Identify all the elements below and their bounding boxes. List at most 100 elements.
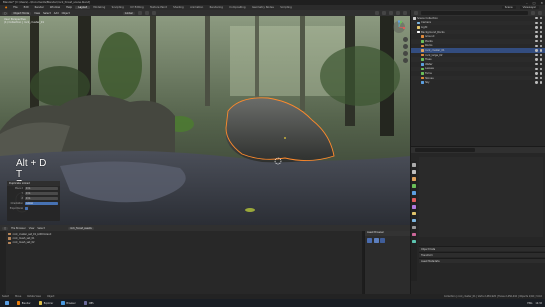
workspace-tab-sculpting[interactable]: Sculpting: [108, 6, 127, 9]
menu-window[interactable]: Window: [47, 6, 63, 9]
workspace-tab-shading[interactable]: Shading: [170, 6, 187, 9]
menu-add[interactable]: Add: [54, 12, 59, 15]
panel-asset-metadata[interactable]: Asset Metadata: [419, 258, 545, 263]
camera-view-icon[interactable]: [403, 51, 408, 56]
adjust-last-operation-panel[interactable]: Duplicate Linked Move X 0 m Y 0 m Z 0 m …: [7, 181, 60, 221]
properties-tab-icon[interactable]: [412, 163, 416, 167]
workspace-tab-rendering[interactable]: Rendering: [206, 6, 226, 9]
menu-help[interactable]: Help: [63, 6, 75, 9]
properties-tab-icon[interactable]: [412, 169, 416, 174]
xray-icon[interactable]: [382, 11, 386, 15]
properties-tab-icon[interactable]: [412, 204, 416, 209]
display-mode-icon[interactable]: [414, 11, 418, 15]
eye-icon[interactable]: [535, 17, 538, 20]
transform-orientation-dropdown[interactable]: Global: [122, 11, 135, 15]
zoom-icon[interactable]: [403, 37, 408, 42]
path-field[interactable]: rock_forest_assets: [67, 226, 94, 230]
taskbar-app-button[interactable]: Explorer: [37, 300, 56, 306]
camera-icon[interactable]: [539, 67, 542, 71]
workspace-tab-scripting[interactable]: Scripting: [277, 6, 295, 9]
properties-tab-icon[interactable]: [412, 218, 416, 223]
filter-icon[interactable]: [531, 11, 535, 15]
eye-icon[interactable]: [535, 67, 538, 71]
eye-icon[interactable]: [535, 30, 538, 34]
proportional-edit-icon[interactable]: [151, 11, 156, 15]
eye-icon[interactable]: [535, 49, 538, 52]
camera-icon[interactable]: [539, 72, 542, 75]
camera-icon[interactable]: [539, 49, 542, 52]
editor-type-button[interactable]: ▢: [2, 226, 9, 230]
menu-select[interactable]: Select: [37, 227, 44, 230]
camera-icon[interactable]: [539, 76, 542, 80]
eye-icon[interactable]: [535, 81, 538, 84]
snap-icon[interactable]: [144, 11, 149, 15]
camera-icon[interactable]: [539, 30, 542, 34]
workspace-tab-compositing[interactable]: Compositing: [226, 6, 249, 9]
proportional-checkbox[interactable]: [25, 206, 28, 210]
eye-icon[interactable]: [535, 58, 538, 61]
file-row[interactable]: rock_mesh_set_02: [8, 241, 51, 245]
clock[interactable]: 14:32: [535, 302, 542, 305]
properties-tab-icon[interactable]: [412, 183, 416, 188]
blender-logo-icon[interactable]: ●: [2, 6, 10, 9]
asset-thumbnail[interactable]: [373, 237, 379, 243]
menu-view[interactable]: View: [29, 227, 35, 230]
op-value-field[interactable]: 0 m: [25, 196, 58, 201]
asset-thumbnail[interactable]: [380, 237, 385, 243]
eye-icon[interactable]: [535, 40, 538, 43]
menu-file[interactable]: File: [10, 6, 20, 9]
mode-dropdown[interactable]: Object Mode: [11, 11, 32, 15]
new-collection-icon[interactable]: [538, 11, 542, 15]
workspace-tab-texture-paint[interactable]: Texture Paint: [147, 6, 170, 9]
menu-view[interactable]: View: [34, 12, 40, 15]
eye-icon[interactable]: [535, 72, 538, 75]
camera-icon[interactable]: [539, 63, 542, 66]
workspace-tab-animation[interactable]: Animation: [187, 6, 207, 9]
overlay-icon[interactable]: [375, 11, 379, 15]
camera-icon[interactable]: [539, 53, 542, 57]
menu-object[interactable]: Object: [62, 12, 70, 15]
start-button[interactable]: [3, 300, 11, 306]
camera-icon[interactable]: [539, 17, 542, 20]
scene-selector[interactable]: Scene: [501, 6, 516, 9]
taskbar-app-button[interactable]: Blender: [15, 300, 33, 306]
workspace-tab-layout[interactable]: Layout: [75, 6, 91, 9]
properties-tab-icon[interactable]: [412, 225, 416, 230]
properties-tab-icon[interactable]: [412, 176, 416, 181]
properties-tab-icon[interactable]: [412, 190, 416, 195]
properties-tab-icon[interactable]: [412, 197, 416, 202]
op-value-field[interactable]: 0 m: [25, 186, 58, 191]
maximize-button[interactable]: □: [533, 1, 536, 5]
editor-type-button[interactable]: ▢: [2, 11, 9, 15]
outliner-item[interactable]: Sky: [411, 80, 545, 85]
eye-icon[interactable]: [535, 35, 538, 38]
shading-material-icon[interactable]: [396, 11, 400, 15]
properties-tab-icon[interactable]: [412, 239, 416, 244]
properties-tab-icon[interactable]: [412, 232, 416, 237]
shading-rendered-icon[interactable]: [403, 11, 407, 15]
taskbar-app-button[interactable]: OBS: [82, 300, 96, 306]
navigation-gizmo[interactable]: [392, 20, 406, 34]
op-value-field[interactable]: Global: [25, 201, 58, 206]
properties-tab-icon[interactable]: [412, 211, 416, 216]
menu-select[interactable]: Select: [43, 12, 51, 15]
camera-icon[interactable]: [539, 35, 542, 38]
camera-icon[interactable]: [539, 44, 542, 48]
camera-icon[interactable]: [539, 40, 542, 43]
eye-icon[interactable]: [535, 26, 538, 29]
camera-icon[interactable]: [539, 81, 542, 84]
camera-icon[interactable]: [539, 58, 542, 61]
eye-icon[interactable]: [535, 21, 538, 25]
workspace-tab-uv-editing[interactable]: UV Editing: [127, 6, 147, 9]
pivot-icon[interactable]: [137, 11, 142, 15]
workspace-tab-geometry-nodes[interactable]: Geometry Nodes: [249, 6, 277, 9]
view-layer-selector[interactable]: ViewLayer: [519, 6, 539, 9]
eye-icon[interactable]: [535, 53, 538, 57]
menu-edit[interactable]: Edit: [21, 6, 32, 9]
language-indicator[interactable]: ENG: [527, 302, 532, 305]
close-button[interactable]: ✕: [540, 1, 543, 5]
properties-search-input[interactable]: [415, 148, 475, 152]
minimize-button[interactable]: –: [526, 1, 528, 5]
3d-viewport[interactable]: User Perspective (1) Collection | rock_c…: [0, 16, 410, 225]
workspace-tab-modeling[interactable]: Modeling: [90, 6, 108, 9]
